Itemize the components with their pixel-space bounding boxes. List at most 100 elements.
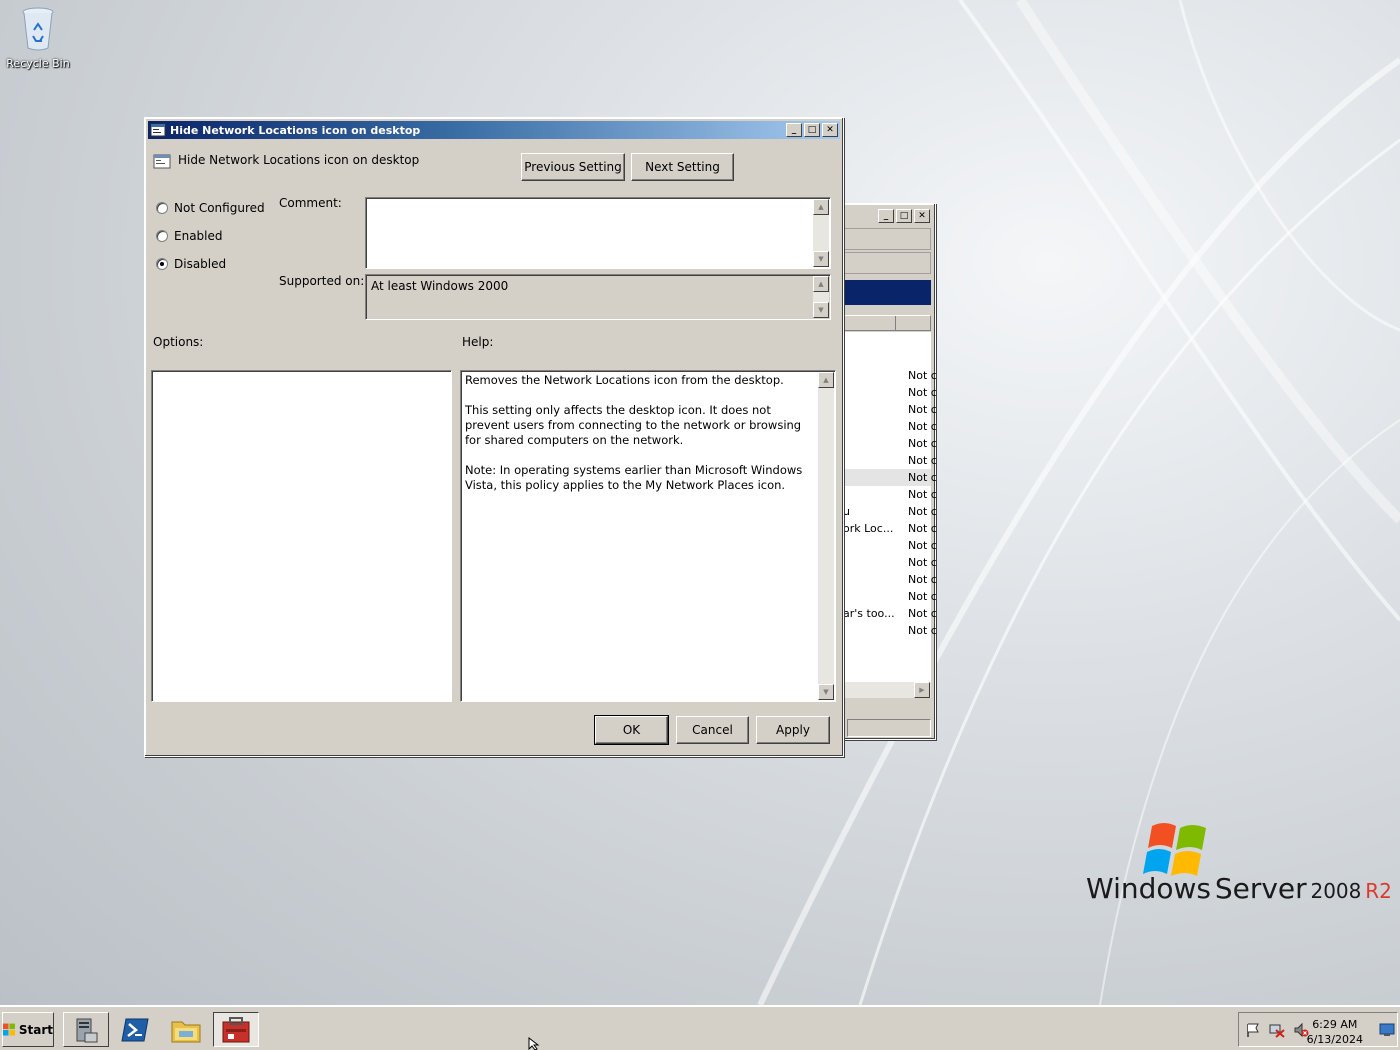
bg-state-2: Not c (908, 403, 937, 416)
scroll-up-icon[interactable]: ▲ (813, 199, 829, 215)
bg-fragment-0: u (843, 505, 850, 518)
brand-server: Server (1214, 872, 1307, 905)
taskbar: Start 6:29 AM 6/13/2024 (0, 1005, 1400, 1050)
folder-icon (171, 1021, 201, 1042)
setting-icon (153, 154, 171, 169)
radio-enabled[interactable]: Enabled (156, 229, 223, 243)
help-scrollbar[interactable]: ▲ ▼ (818, 372, 834, 700)
bg-state-12: Not c (908, 573, 937, 586)
brand-version: 2008 (1310, 879, 1362, 903)
taskbar-group-policy-editor[interactable] (213, 1012, 259, 1047)
minimize-icon[interactable]: _ (786, 123, 802, 137)
taskbar-powershell[interactable] (113, 1012, 159, 1047)
maximize-icon[interactable]: □ (896, 209, 912, 223)
close-icon[interactable]: ✕ (822, 123, 838, 137)
server-manager-icon (76, 1018, 98, 1042)
bg-fragment-2: ar's too... (843, 607, 895, 620)
radio-disabled[interactable]: Disabled (156, 257, 226, 271)
scroll-down-icon[interactable]: ▼ (818, 684, 834, 700)
comment-scrollbar[interactable]: ▲ ▼ (813, 199, 829, 267)
dialog-title: Hide Network Locations icon on desktop (170, 123, 421, 137)
radio-not-configured-label: Not Configured (174, 201, 265, 215)
group-policy-icon (222, 1016, 250, 1042)
supported-on-field: At least Windows 2000 ▲ ▼ (365, 274, 831, 320)
bg-state-1: Not c (908, 386, 937, 399)
help-paragraph-1: Removes the Network Locations icon from … (465, 373, 784, 387)
comment-label: Comment: (279, 196, 342, 210)
radio-disabled-indicator[interactable] (156, 258, 168, 270)
ok-button[interactable]: OK (594, 715, 669, 745)
scroll-up-icon[interactable]: ▲ (818, 372, 834, 388)
policy-icon (150, 123, 166, 137)
radio-enabled-label: Enabled (174, 229, 223, 243)
radio-not-configured-indicator[interactable] (156, 202, 168, 214)
scroll-down-icon[interactable]: ▼ (813, 302, 829, 318)
comment-textarea[interactable]: ▲ ▼ (365, 197, 831, 269)
bg-state-14: Not c (908, 607, 937, 620)
supported-on-scrollbar[interactable]: ▲ ▼ (813, 276, 829, 318)
bg-state-11: Not c (908, 556, 937, 569)
bg-state-13: Not c (908, 590, 937, 603)
bg-toolbar-2 (843, 252, 931, 274)
radio-disabled-label: Disabled (174, 257, 227, 271)
help-label: Help: (462, 335, 494, 349)
help-text: Removes the Network Locations icon from … (465, 373, 815, 493)
windows-start-icon (3, 1023, 15, 1036)
scroll-right-icon[interactable]: ▶ (914, 682, 930, 698)
apply-button[interactable]: Apply (756, 716, 830, 744)
clock[interactable]: 6:29 AM 6/13/2024 (1307, 1017, 1363, 1047)
windows-flag-logo (1143, 823, 1206, 876)
scroll-down-icon[interactable]: ▼ (813, 251, 829, 267)
clock-time: 6:29 AM (1312, 1018, 1358, 1031)
windows-server-brand: Windows Server 2008 R2 (1086, 872, 1392, 905)
radio-not-configured[interactable]: Not Configured (156, 201, 265, 215)
previous-setting-button[interactable]: Previous Setting (521, 153, 625, 181)
bg-column-header[interactable] (844, 315, 931, 331)
close-icon[interactable]: ✕ (914, 209, 930, 223)
brand-release: R2 (1365, 879, 1392, 903)
scroll-up-icon[interactable]: ▲ (813, 276, 829, 292)
clock-date: 6/13/2024 (1306, 1033, 1363, 1046)
taskbar-explorer[interactable] (163, 1012, 209, 1047)
minimize-icon[interactable]: _ (878, 209, 894, 223)
next-setting-button[interactable]: Next Setting (631, 153, 734, 181)
maximize-icon[interactable]: □ (804, 123, 820, 137)
taskbar-server-manager[interactable] (63, 1012, 109, 1047)
network-disconnected-icon[interactable] (1269, 1022, 1285, 1038)
bg-fragment-1: ork Loc... (843, 522, 894, 535)
radio-enabled-indicator[interactable] (156, 230, 168, 242)
bg-selected-header (844, 280, 931, 305)
recycle-bin-icon (22, 7, 54, 51)
bg-state-10: Not c (908, 539, 937, 552)
mouse-cursor-icon (528, 1037, 540, 1050)
recycle-bin-label: Recycle Bin (6, 57, 70, 70)
help-pane: Removes the Network Locations icon from … (460, 370, 836, 702)
supported-on-label: Supported on: (279, 274, 365, 288)
system-tray: 6:29 AM 6/13/2024 (1238, 1012, 1398, 1047)
cancel-button[interactable]: Cancel (676, 716, 749, 744)
bg-state-7: Not c (908, 488, 937, 501)
supported-on-value: At least Windows 2000 (371, 279, 509, 293)
powershell-icon (121, 1018, 149, 1041)
dialog-titlebar[interactable]: Hide Network Locations icon on desktop _… (148, 121, 840, 139)
help-paragraph-3: Note: In operating systems earlier than … (465, 463, 803, 492)
bg-state-3: Not c (908, 420, 937, 433)
bg-status-field (847, 719, 931, 737)
bg-state-4: Not c (908, 437, 937, 450)
show-desktop-icon[interactable] (1379, 1023, 1395, 1037)
setting-name: Hide Network Locations icon on desktop (178, 153, 420, 167)
action-center-flag-icon[interactable] (1245, 1022, 1261, 1038)
bg-state-0: Not c (908, 369, 937, 382)
bg-hscroll[interactable]: ▶ (844, 682, 931, 698)
brand-windows: Windows (1086, 872, 1211, 905)
start-label: Start (18, 1022, 53, 1037)
options-pane (151, 370, 452, 702)
bg-state-9: Not c (908, 522, 937, 535)
bg-state-6: Not c (908, 471, 937, 484)
bg-state-8: Not c (908, 505, 937, 518)
bg-toolbar-1 (843, 228, 931, 250)
help-paragraph-2: This setting only affects the desktop ic… (465, 403, 802, 447)
start-button[interactable]: Start (2, 1012, 54, 1047)
recycle-bin[interactable]: Recycle Bin (6, 6, 70, 70)
bg-state-15: Not c (908, 624, 937, 637)
